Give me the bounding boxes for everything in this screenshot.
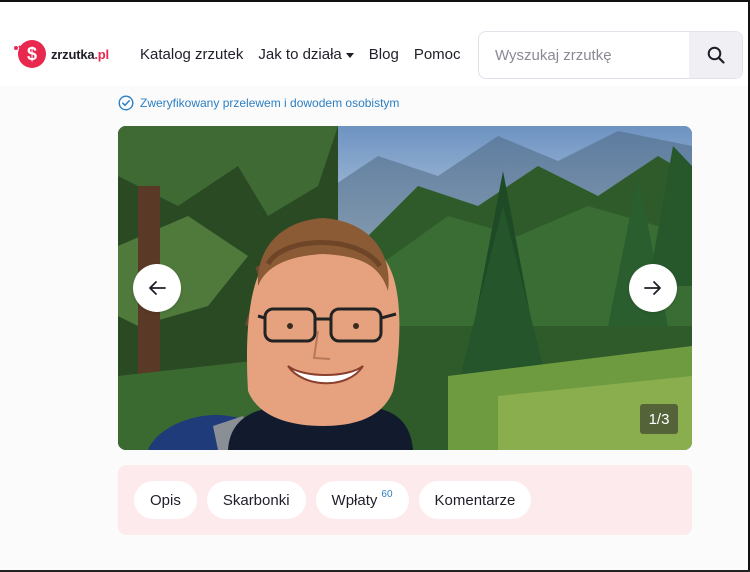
nav-jak-to-dziala[interactable]: Jak to działa bbox=[258, 46, 354, 63]
tab-komentarze[interactable]: Komentarze bbox=[418, 481, 532, 519]
arrow-right-icon bbox=[644, 281, 661, 295]
chevron-down-icon bbox=[345, 52, 354, 58]
logo-coin-icon: $ bbox=[12, 38, 52, 70]
nav-pomoc[interactable]: Pomoc bbox=[414, 46, 461, 63]
tab-skarbonki[interactable]: Skarbonki bbox=[206, 481, 306, 519]
gallery-prev-button[interactable] bbox=[133, 264, 181, 312]
gallery-next-button[interactable] bbox=[629, 264, 677, 312]
wplaty-count-badge: 60 bbox=[381, 488, 393, 500]
campaign-tabs: Opis Skarbonki Wpłaty 60 Komentarze bbox=[118, 465, 692, 535]
tab-opis[interactable]: Opis bbox=[134, 481, 197, 519]
verified-badge: Zweryfikowany przelewem i dowodem osobis… bbox=[118, 95, 399, 111]
search-box bbox=[478, 31, 743, 79]
search-icon bbox=[707, 46, 725, 64]
site-logo[interactable]: $ zrzutka.pl bbox=[12, 38, 109, 70]
campaign-content: Zweryfikowany przelewem i dowodem osobis… bbox=[0, 86, 748, 570]
check-circle-icon bbox=[118, 95, 134, 111]
nav-blog[interactable]: Blog bbox=[369, 46, 399, 63]
tab-wplaty[interactable]: Wpłaty 60 bbox=[315, 481, 409, 519]
site-header: $ zrzutka.pl Katalog zrzutek Jak to dzia… bbox=[0, 2, 748, 86]
search-button[interactable] bbox=[689, 32, 742, 78]
verified-text: Zweryfikowany przelewem i dowodem osobis… bbox=[140, 96, 400, 110]
nav-katalog-zrzutek[interactable]: Katalog zrzutek bbox=[140, 46, 243, 63]
search-input[interactable] bbox=[479, 32, 689, 78]
campaign-photo bbox=[118, 126, 692, 450]
main-nav: Katalog zrzutek Jak to działa Blog Pomoc bbox=[140, 46, 476, 63]
arrow-left-icon bbox=[149, 281, 166, 295]
photo-gallery: 1/3 bbox=[118, 126, 692, 450]
logo-text: zrzutka.pl bbox=[51, 46, 109, 62]
svg-text:$: $ bbox=[27, 44, 37, 64]
gallery-counter: 1/3 bbox=[640, 404, 678, 434]
